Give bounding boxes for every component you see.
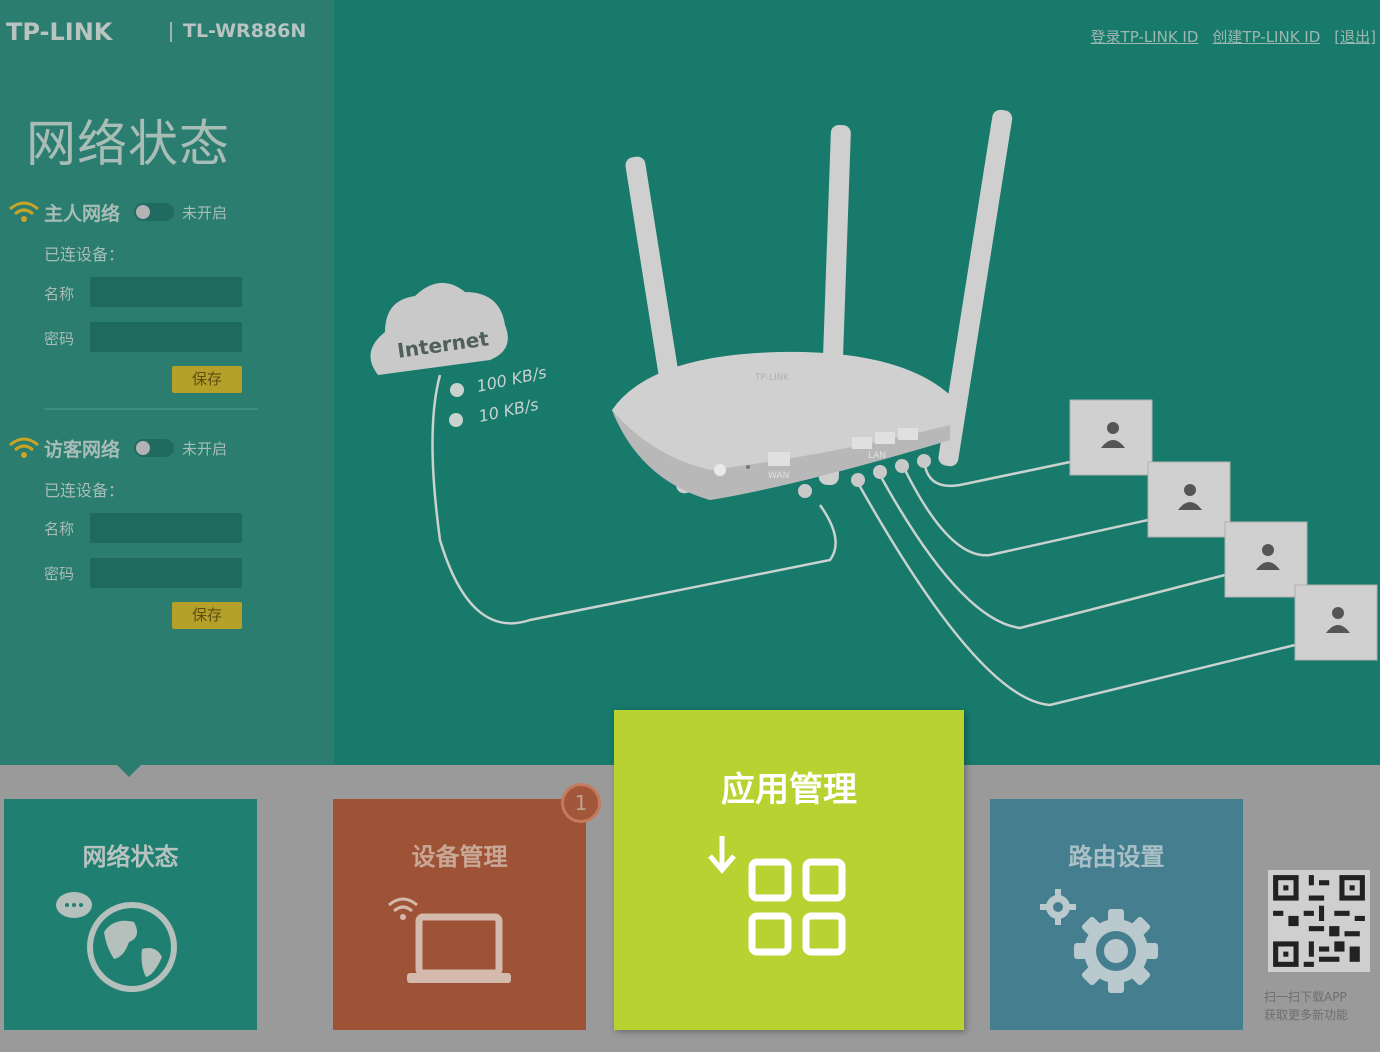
lan-label: LAN [868, 451, 886, 461]
guest-name-input[interactable] [90, 513, 242, 543]
sidebar: TP-LINK TL-WR886N 网络状态 主人网络 未开启 已连设备： 名称… [0, 0, 334, 765]
guest-password-input[interactable] [90, 558, 242, 588]
guest-name-label: 名称 [44, 520, 75, 538]
upload-arrow-icon [450, 383, 464, 397]
qr-caption-line2: 获取更多新功能 [1264, 1008, 1349, 1022]
network-diagram: Internet 100 KB/s 10 KB/s TP-LINK WAN LA… [370, 109, 1378, 707]
brand-separator [170, 22, 172, 42]
lan-port-dot [851, 473, 865, 487]
globe-icon [56, 892, 177, 992]
guest-network-title: 访客网络 [44, 438, 121, 461]
guest-network-header: 访客网络 未开启 [6, 432, 227, 464]
app-grid-icon [708, 836, 846, 956]
lan-port-dot [917, 454, 931, 468]
tile-router-settings[interactable]: 路由设置 [990, 799, 1243, 1030]
tile-device-management[interactable]: 设备管理 [333, 799, 586, 1030]
lan-port-dot [873, 465, 887, 479]
main-network-title: 主人网络 [44, 202, 121, 225]
main-save-button[interactable]: 保存 [172, 366, 242, 393]
lan-port-dot [895, 459, 909, 473]
qr-code [1268, 870, 1370, 972]
wan-label: WAN [768, 471, 789, 481]
wan-port-dot [798, 484, 812, 498]
tile-app-management-title: 应用管理 [721, 770, 857, 810]
main-network-toggle-label: 未开启 [182, 203, 228, 222]
tile-device-management-title: 设备管理 [411, 843, 508, 871]
guest-network-toggle[interactable] [134, 439, 175, 457]
upload-speed: 100 KB/s [475, 363, 548, 396]
laptop-icon [388, 897, 511, 983]
main-password-input[interactable] [90, 322, 242, 352]
guest-connected-label: 已连设备： [44, 481, 125, 500]
model-name: TL-WR886N [183, 20, 307, 42]
main-name-label: 名称 [44, 285, 75, 303]
brand-logo: TP-LINK [6, 18, 113, 46]
main-network-toggle[interactable] [134, 203, 175, 221]
main-network-header: 主人网络 未开启 [6, 196, 227, 228]
client-device [1294, 584, 1378, 661]
gear-icon [1040, 889, 1158, 993]
page-title: 网络状态 [26, 115, 230, 173]
wifi-icon [9, 201, 39, 222]
main-connected-label: 已连设备： [44, 245, 125, 264]
wifi-icon [9, 437, 39, 458]
internet-cloud-icon: Internet [370, 282, 508, 375]
client-device [1147, 461, 1231, 538]
qr-caption-line1: 扫一扫下载APP [1264, 990, 1347, 1004]
guest-save-button[interactable]: 保存 [172, 602, 242, 629]
client-device [1069, 399, 1153, 476]
tile-network-status[interactable]: 网络状态 [4, 799, 257, 1030]
speed-info: 100 KB/s 10 KB/s [449, 363, 548, 427]
active-tile-pointer [117, 765, 141, 777]
divider [44, 408, 258, 410]
guest-password-label: 密码 [44, 565, 75, 583]
main-password-label: 密码 [44, 330, 75, 348]
qr-caption: 扫一扫下载APP 获取更多新功能 [1264, 988, 1376, 1024]
router-brand-label: TP-LINK [754, 373, 790, 383]
tile-network-status-title: 网络状态 [82, 843, 179, 871]
router-icon: TP-LINK WAN LAN [612, 109, 1013, 500]
main-name-input[interactable] [90, 277, 242, 307]
download-arrow-icon [449, 413, 463, 427]
device-count-badge: 1 [561, 783, 601, 823]
tile-router-settings-title: 路由设置 [1068, 843, 1165, 871]
download-speed: 10 KB/s [477, 395, 540, 426]
guest-network-toggle-label: 未开启 [182, 439, 228, 458]
tile-app-management[interactable]: 应用管理 [614, 710, 964, 1030]
